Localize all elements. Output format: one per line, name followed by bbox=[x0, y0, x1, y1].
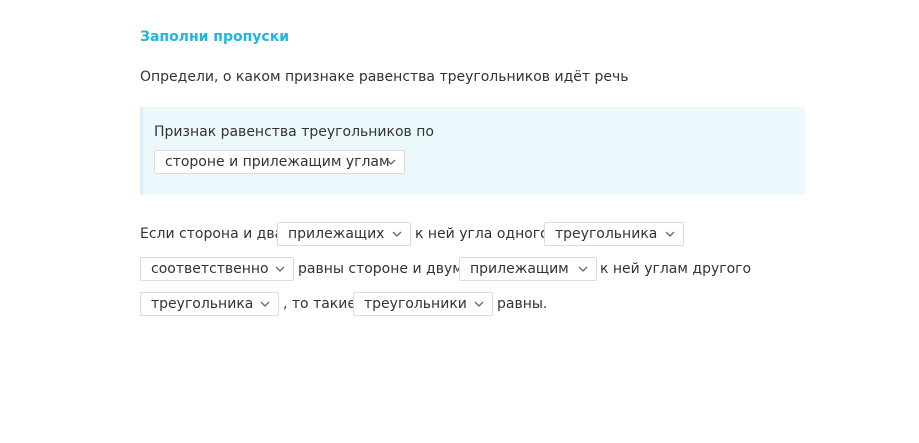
blank-dropdown-value: прилежащим bbox=[470, 261, 569, 277]
sentence-text: Если сторона и два bbox=[140, 226, 284, 242]
sentence-text: к ней углам другого bbox=[600, 261, 752, 277]
chevron-down-icon bbox=[386, 159, 396, 165]
chevron-down-icon bbox=[474, 301, 484, 307]
hint-text: Признак равенства треугольников по bbox=[154, 124, 434, 140]
blank-dropdown-value: треугольника bbox=[555, 226, 658, 242]
criterion-dropdown-value: стороне и прилежащим углам bbox=[165, 154, 390, 170]
blank-dropdown-value: соответственно bbox=[151, 261, 269, 277]
sentence-text: равны. bbox=[497, 296, 548, 312]
task-instruction: Определи, о каком признаке равенства тре… bbox=[140, 69, 629, 85]
blank-dropdown-5[interactable]: треугольника bbox=[140, 292, 279, 316]
hint-box: Признак равенства треугольников по сторо… bbox=[140, 107, 805, 195]
task-title: Заполни пропуски bbox=[140, 29, 290, 45]
sentence-text: к ней угла одного bbox=[415, 226, 549, 242]
criterion-dropdown[interactable]: стороне и прилежащим углам bbox=[154, 150, 405, 174]
blank-dropdown-2[interactable]: треугольника bbox=[544, 222, 684, 246]
chevron-down-icon bbox=[392, 231, 402, 237]
blank-dropdown-3[interactable]: соответственно bbox=[140, 257, 294, 281]
blank-dropdown-value: треугольника bbox=[151, 296, 254, 312]
chevron-down-icon bbox=[275, 266, 285, 272]
chevron-down-icon bbox=[578, 266, 588, 272]
blank-dropdown-value: треугольники bbox=[364, 296, 467, 312]
blank-dropdown-1[interactable]: прилежащих bbox=[277, 222, 411, 246]
blank-dropdown-4[interactable]: прилежащим bbox=[459, 257, 597, 281]
sentence-text: , то такие bbox=[283, 296, 356, 312]
chevron-down-icon bbox=[665, 231, 675, 237]
blank-dropdown-6[interactable]: треугольники bbox=[353, 292, 493, 316]
chevron-down-icon bbox=[260, 301, 270, 307]
sentence-text: равны стороне и двум bbox=[298, 261, 463, 277]
blank-dropdown-value: прилежащих bbox=[288, 226, 385, 242]
